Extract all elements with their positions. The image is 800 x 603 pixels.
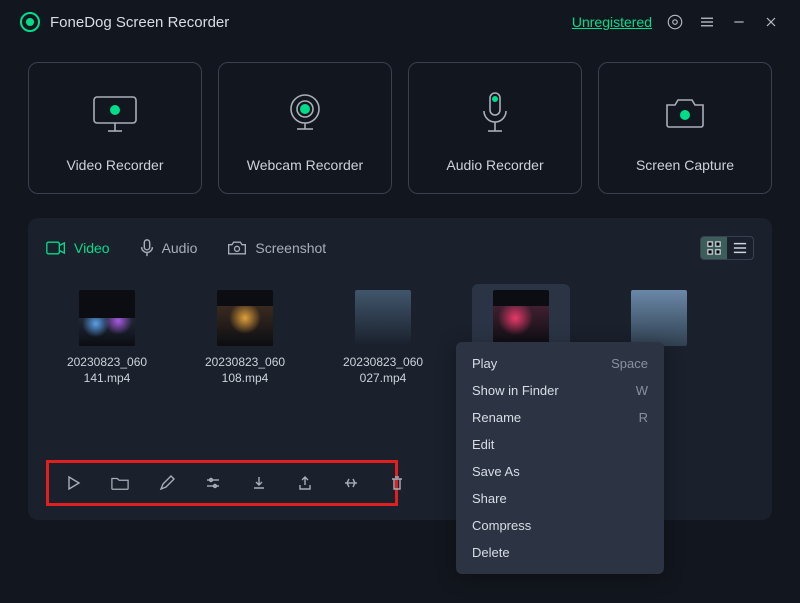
microphone-icon: [475, 91, 515, 135]
context-menu: Play Space Show in Finder W Rename R Edi…: [456, 342, 664, 574]
mode-label: Webcam Recorder: [247, 157, 363, 173]
ctx-shortcut: Space: [611, 356, 648, 371]
license-status-link[interactable]: Unregistered: [572, 14, 652, 30]
play-icon[interactable]: [65, 473, 81, 493]
library-tabs: Video Audio Screenshot: [46, 236, 754, 274]
ctx-compress[interactable]: Compress: [456, 512, 664, 539]
view-toggle: [700, 236, 754, 260]
ctx-label: Edit: [472, 437, 494, 452]
file-name: 20230823_060108.mp4: [202, 354, 288, 386]
mode-webcam-recorder[interactable]: Webcam Recorder: [218, 62, 392, 194]
mode-label: Audio Recorder: [446, 157, 543, 173]
video-thumbnail-icon: [79, 290, 135, 346]
list-item[interactable]: 20230823_060027.mp4: [334, 284, 432, 390]
tab-label: Audio: [162, 240, 198, 256]
ctx-edit[interactable]: Edit: [456, 431, 664, 458]
mode-video-recorder[interactable]: Video Recorder: [28, 62, 202, 194]
camera-icon: [660, 91, 710, 135]
ctx-label: Delete: [472, 545, 510, 560]
tab-screenshot[interactable]: Screenshot: [227, 240, 326, 256]
ctx-show-in-finder[interactable]: Show in Finder W: [456, 377, 664, 404]
ctx-save-as[interactable]: Save As: [456, 458, 664, 485]
mode-label: Video Recorder: [66, 157, 163, 173]
ctx-shortcut: W: [636, 383, 648, 398]
hamburger-menu-icon[interactable]: [698, 13, 716, 31]
video-thumbnail-icon: [355, 290, 411, 346]
ctx-label: Share: [472, 491, 507, 506]
delete-icon[interactable]: [389, 473, 405, 493]
ctx-label: Compress: [472, 518, 531, 533]
ctx-label: Rename: [472, 410, 521, 425]
ctx-shortcut: R: [639, 410, 648, 425]
video-thumbnail-icon: [217, 290, 273, 346]
tab-label: Screenshot: [255, 240, 326, 256]
tab-video[interactable]: Video: [46, 240, 110, 256]
file-name: 20230823_060027.mp4: [340, 354, 426, 386]
sliders-icon[interactable]: [205, 473, 221, 493]
mode-cards: Video Recorder Webcam Recorder Audio Rec…: [0, 44, 800, 202]
titlebar: FoneDog Screen Recorder Unregistered: [0, 0, 800, 44]
ctx-label: Save As: [472, 464, 520, 479]
file-name: 20230823_060141.mp4: [64, 354, 150, 386]
tab-label: Video: [74, 240, 110, 256]
ctx-rename[interactable]: Rename R: [456, 404, 664, 431]
webcam-icon: [281, 91, 329, 135]
app-title: FoneDog Screen Recorder: [50, 14, 229, 31]
trim-icon[interactable]: [343, 473, 359, 493]
share-icon[interactable]: [297, 473, 313, 493]
ctx-delete[interactable]: Delete: [456, 539, 664, 566]
close-icon[interactable]: [762, 13, 780, 31]
list-view-button[interactable]: [727, 237, 753, 259]
ctx-play[interactable]: Play Space: [456, 350, 664, 377]
ctx-label: Show in Finder: [472, 383, 559, 398]
ctx-label: Play: [472, 356, 497, 371]
mode-screen-capture[interactable]: Screen Capture: [598, 62, 772, 194]
list-item[interactable]: 20230823_060141.mp4: [58, 284, 156, 390]
list-item[interactable]: 20230823_060108.mp4: [196, 284, 294, 390]
open-folder-icon[interactable]: [111, 473, 129, 493]
video-thumbnail-icon: [493, 290, 549, 346]
grid-view-button[interactable]: [701, 237, 727, 259]
settings-gear-icon[interactable]: [666, 13, 684, 31]
monitor-icon: [88, 91, 142, 135]
video-thumbnail-icon: [631, 290, 687, 346]
minimize-icon[interactable]: [730, 13, 748, 31]
download-icon[interactable]: [251, 473, 267, 493]
app-logo-icon: [20, 12, 40, 32]
mode-label: Screen Capture: [636, 157, 734, 173]
ctx-share[interactable]: Share: [456, 485, 664, 512]
tab-audio[interactable]: Audio: [140, 239, 198, 257]
mode-audio-recorder[interactable]: Audio Recorder: [408, 62, 582, 194]
edit-icon[interactable]: [159, 473, 175, 493]
action-bar: [46, 460, 398, 506]
